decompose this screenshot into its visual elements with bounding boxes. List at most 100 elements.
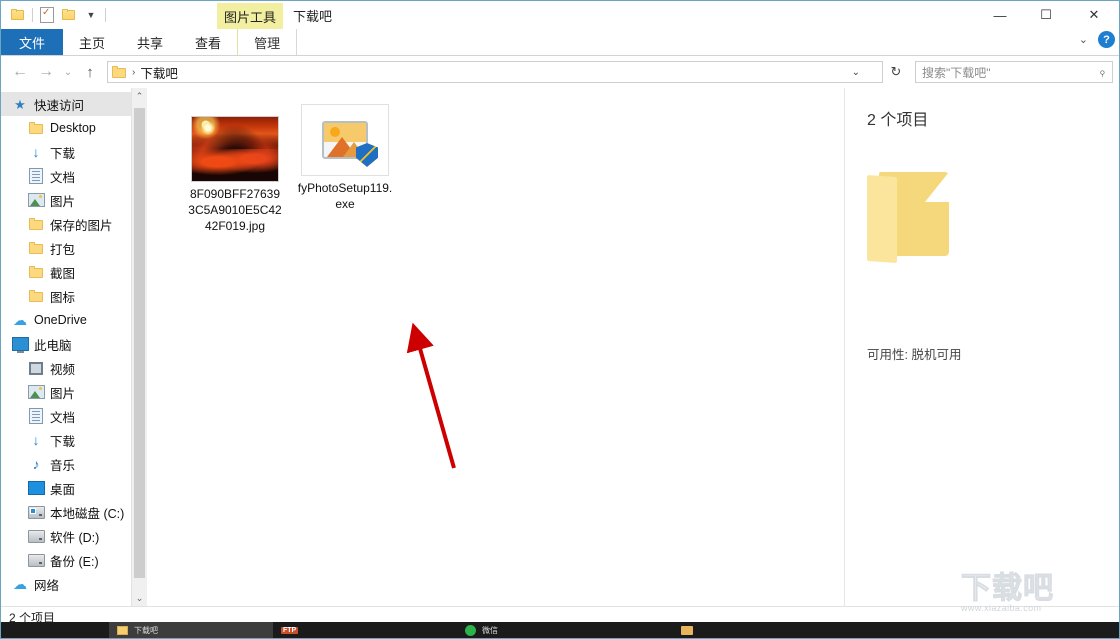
close-button[interactable]: ✕ [1069, 1, 1119, 29]
taskbar-item-explorer[interactable]: 下载吧 [109, 622, 273, 638]
watermark: 下载吧 www.xiazaiba.com [961, 572, 1113, 620]
open-folder-icon [867, 168, 953, 264]
download-icon: ↓ [32, 144, 40, 160]
sidebar-item-14[interactable]: ↓ 下载 [1, 428, 147, 452]
sidebar-item-label: 图片 [50, 194, 76, 209]
file-item-exe[interactable]: fyPhotoSetup119.exe [297, 100, 393, 212]
sidebar-item-label: 下载 [50, 434, 76, 449]
chevron-down-icon[interactable]: ⌄ [1079, 33, 1088, 46]
taskbar-item-box[interactable] [673, 622, 701, 638]
sidebar-item-label: 本地磁盘 (C:) [50, 506, 125, 521]
sidebar-item-16[interactable]: 桌面 [1, 476, 147, 500]
sidebar-item-4[interactable]: 图片⇥ [1, 188, 147, 212]
ftp-icon: FTP [281, 626, 299, 634]
sidebar-item-label: 截图 [50, 266, 76, 281]
chevron-down-icon[interactable]: ⌄ [852, 62, 860, 82]
sidebar-item-8[interactable]: 图标 [1, 284, 147, 308]
desktop-icon [27, 481, 45, 495]
uac-shield-icon [356, 143, 378, 167]
tab-view[interactable]: 查看 [179, 29, 237, 55]
window-controls: — ☐ ✕ [977, 1, 1119, 29]
taskbar-item-wechat[interactable]: 微信 [457, 622, 673, 638]
search-box[interactable]: 搜索"下载吧" ⌕ [915, 61, 1113, 83]
taskbar-item-ftp[interactable]: FTP [273, 622, 457, 638]
properties-icon[interactable] [36, 5, 58, 25]
file-name-label: fyPhotoSetup119.exe [297, 181, 393, 211]
picture-icon [27, 193, 45, 207]
sidebar-item-19[interactable]: 备份 (E:) [1, 548, 147, 572]
music-icon: ♪ [32, 456, 40, 472]
sidebar-item-label: 音乐 [50, 458, 76, 473]
tab-manage[interactable]: 管理 [237, 29, 298, 55]
breadcrumb-separator: › [132, 66, 136, 78]
tab-file[interactable]: 文件 [1, 29, 64, 55]
folder-icon [27, 290, 45, 302]
sidebar-item-label: 快速访问 [34, 98, 85, 113]
contextual-tab-picture-tools[interactable]: 图片工具 [217, 3, 283, 29]
refresh-button[interactable]: ↻ [883, 59, 909, 85]
sidebar-item-10[interactable]: 此电脑 [1, 332, 147, 356]
star-icon: ★ [14, 96, 26, 112]
up-button[interactable]: ↑ [77, 59, 103, 85]
breadcrumb-item-0[interactable]: 下载吧 [140, 63, 178, 82]
sidebar-item-2[interactable]: ↓下载⇥ [1, 140, 147, 164]
explorer-body: ★ 快速访问 Desktop⇥↓下载⇥文档⇥图片⇥保存的图片打包截图图标 ☁ OneDr… [1, 88, 1119, 607]
sidebar-item-3[interactable]: 文档⇥ [1, 164, 147, 188]
search-input[interactable]: 搜索"下载吧" [922, 64, 991, 81]
sidebar-item-17[interactable]: 本地磁盘 (C:) [1, 500, 147, 524]
sidebar-item-15[interactable]: ♪ 音乐 [1, 452, 147, 476]
tab-home[interactable]: 主页 [63, 29, 121, 55]
exe-icon-box [301, 104, 389, 176]
sidebar-item-label: OneDrive [34, 313, 87, 327]
maximize-button[interactable]: ☐ [1023, 1, 1069, 29]
item-count-title: 2 个项目 [867, 112, 929, 129]
sidebar-item-7[interactable]: 截图 [1, 260, 147, 284]
file-list-view[interactable]: 8F090BFF276393C5A9010E5C4242F019.jpg fyP… [147, 88, 845, 607]
sidebar-item-1[interactable]: Desktop⇥ [1, 116, 147, 140]
sidebar-item-9[interactable]: ☁ OneDrive [1, 308, 147, 332]
quick-access-toolbar: ▼ [7, 5, 109, 25]
title-bar: ▼ 图片工具 下载吧 — ☐ ✕ [1, 1, 1119, 29]
address-input[interactable]: › 下载吧 ⌄ [107, 61, 883, 83]
sidebar-item-12[interactable]: 图片 [1, 380, 147, 404]
sidebar-item-20[interactable]: ☁ 网络 [1, 572, 147, 596]
sidebar-item-13[interactable]: 文档 [1, 404, 147, 428]
sidebar-item-label: 软件 (D:) [50, 530, 100, 545]
forward-button[interactable]: → [33, 59, 59, 85]
ribbon-right-controls: ⌄ ? [1079, 31, 1115, 48]
ribbon-tabs: 文件 主页 共享 查看 管理 [1, 29, 1119, 55]
sidebar-item-11[interactable]: 视频 [1, 356, 147, 380]
chevron-down-icon[interactable]: ▼ [80, 5, 102, 25]
folder-icon [27, 122, 45, 134]
tab-share[interactable]: 共享 [121, 29, 179, 55]
recent-locations-icon[interactable]: ⌄ [59, 59, 77, 85]
sidebar-item-18[interactable]: 软件 (D:) [1, 524, 147, 548]
taskbar-start-area[interactable] [1, 622, 109, 638]
cloud-icon: ☁ [13, 312, 27, 328]
cloud-icon: ☁ [13, 576, 27, 592]
exe-icon-wrap [297, 100, 393, 176]
address-bar: ← → ⌄ ↑ › 下载吧 ⌄ ↻ 搜索"下载吧" ⌕ [1, 56, 1119, 88]
window-title: 下载吧 [293, 9, 333, 24]
file-item-jpg[interactable]: 8F090BFF276393C5A9010E5C4242F019.jpg [187, 106, 283, 234]
box-icon [681, 625, 693, 635]
scroll-down-icon[interactable]: ⌄ [132, 590, 147, 607]
scroll-up-icon[interactable]: ⌃ [132, 88, 147, 105]
folder-icon[interactable] [7, 5, 29, 25]
availability-label: 可用性: 脱机可用 [867, 348, 962, 362]
toolbar-divider [32, 8, 33, 22]
sidebar-scrollbar[interactable]: ⌃ ⌄ [131, 88, 147, 607]
picture-icon [27, 385, 45, 399]
document-icon [27, 168, 45, 184]
navigation-pane: ★ 快速访问 Desktop⇥↓下载⇥文档⇥图片⇥保存的图片打包截图图标 ☁ OneDr… [1, 88, 147, 607]
sidebar-item-0[interactable]: ★ 快速访问 [1, 92, 147, 116]
help-icon[interactable]: ? [1098, 31, 1115, 48]
sidebar-item-5[interactable]: 保存的图片 [1, 212, 147, 236]
scrollbar-thumb[interactable] [134, 108, 145, 578]
new-folder-icon[interactable] [58, 5, 80, 25]
back-button[interactable]: ← [7, 59, 33, 85]
minimize-button[interactable]: — [977, 1, 1023, 29]
red-arrow-annotation [406, 322, 456, 469]
download-icon: ↓ [32, 432, 40, 448]
sidebar-item-6[interactable]: 打包 [1, 236, 147, 260]
